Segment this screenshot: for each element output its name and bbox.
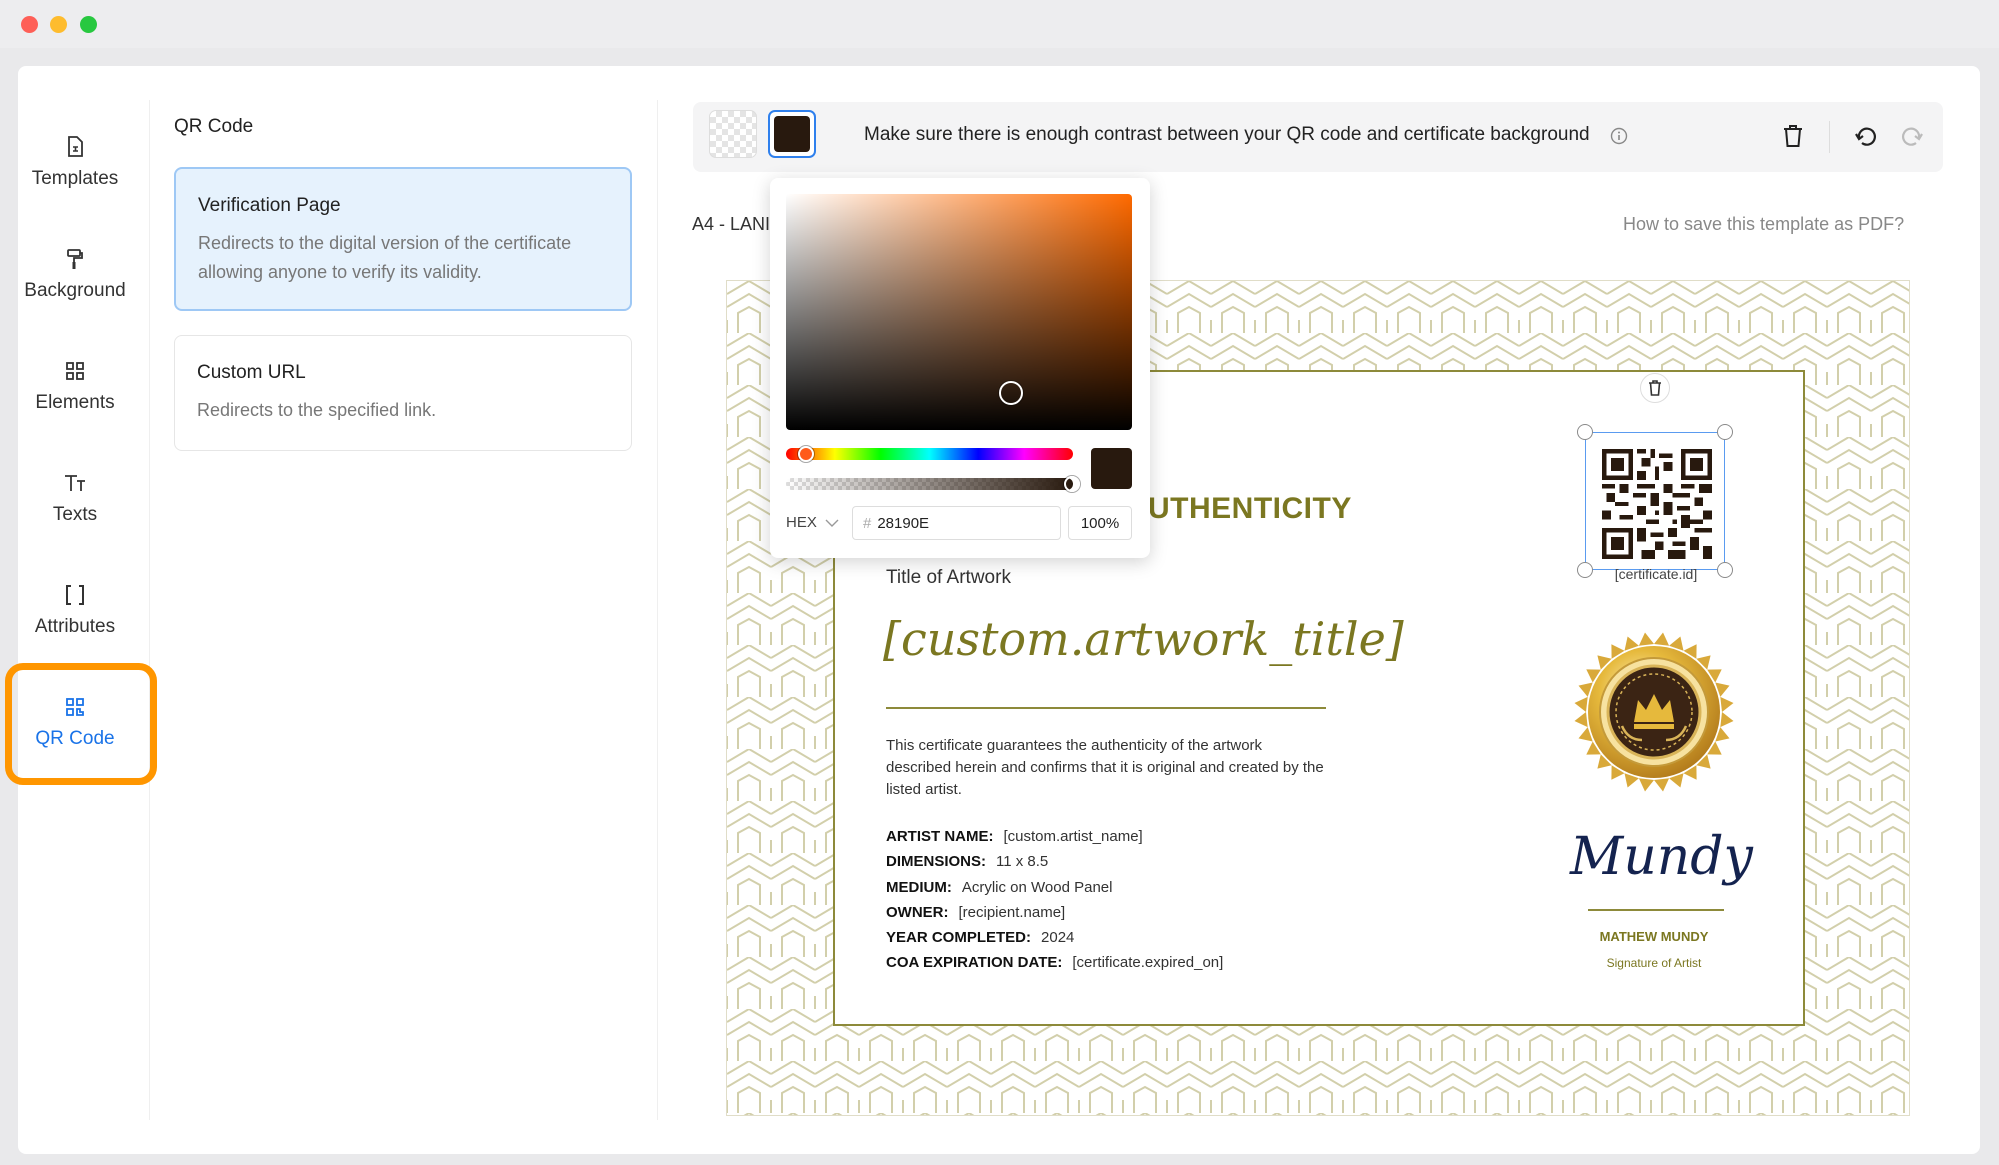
field-row[interactable]: OWNER: [recipient.name] bbox=[886, 904, 1223, 929]
field-row[interactable]: DIMENSIONS: 11 x 8.5 bbox=[886, 853, 1223, 878]
sidebar-item-label: Background bbox=[24, 280, 126, 301]
sidebar-item-attributes[interactable]: Attributes bbox=[8, 563, 142, 659]
qr-color-swatch[interactable] bbox=[768, 110, 816, 158]
chevron-down-icon bbox=[825, 519, 839, 527]
sidebar-item-background[interactable]: Background bbox=[8, 227, 142, 323]
selected-color-fill bbox=[774, 116, 810, 152]
field-value: [recipient.name] bbox=[958, 903, 1066, 921]
sidebar-item-label: Texts bbox=[52, 504, 98, 525]
artwork-title-underline bbox=[886, 707, 1326, 709]
sidebar-item-templates[interactable]: Templates bbox=[8, 115, 142, 211]
qr-code-image[interactable] bbox=[1601, 449, 1713, 559]
sidebar-item-texts[interactable]: Texts bbox=[8, 451, 142, 547]
field-value: 2024 bbox=[1041, 929, 1075, 947]
gold-seal[interactable] bbox=[1572, 630, 1736, 794]
page-size-label: A4 - LANI bbox=[692, 214, 771, 234]
sidebar-item-label: Elements bbox=[35, 392, 115, 413]
seal-spike bbox=[1654, 778, 1670, 792]
info-icon[interactable] bbox=[1610, 127, 1628, 150]
seal-spike bbox=[1638, 632, 1654, 646]
window-titlebar bbox=[0, 0, 1999, 48]
artwork-label[interactable]: Title of Artwork bbox=[886, 567, 1011, 589]
minimize-window-button[interactable] bbox=[50, 16, 67, 33]
pdf-help-link[interactable]: How to save this template as PDF? bbox=[1623, 214, 1904, 235]
field-row[interactable]: COA EXPIRATION DATE: [certificate.expired… bbox=[886, 954, 1223, 979]
active-item-highlight bbox=[5, 663, 157, 785]
qr-delete-button[interactable] bbox=[1640, 373, 1670, 403]
certificate-description[interactable]: This certificate guarantees the authenti… bbox=[886, 735, 1326, 801]
qr-caption[interactable]: [certificate.id] bbox=[1598, 566, 1714, 582]
certificate-heading[interactable]: UTHENTICITY bbox=[1148, 492, 1352, 526]
hue-slider-knob[interactable] bbox=[798, 446, 814, 462]
resize-handle-bottom-right[interactable] bbox=[1717, 562, 1733, 578]
signature-line bbox=[1588, 909, 1724, 911]
seal-spike bbox=[1574, 696, 1588, 712]
resize-handle-top-right[interactable] bbox=[1717, 424, 1733, 440]
option-description: Redirects to the specified link. bbox=[197, 400, 437, 420]
hex-value: 28190E bbox=[877, 515, 930, 532]
redo-icon[interactable] bbox=[1900, 124, 1924, 153]
field-label: ARTIST NAME: bbox=[886, 828, 994, 845]
resize-handle-top-left[interactable] bbox=[1577, 424, 1593, 440]
opacity-input[interactable]: 100% bbox=[1068, 506, 1132, 540]
option-verification-page[interactable]: Verification Page Redirects to the digit… bbox=[174, 167, 632, 311]
resize-handle-bottom-left[interactable] bbox=[1577, 562, 1593, 578]
elements-grid-icon bbox=[64, 360, 86, 382]
sidebar-item-label: Templates bbox=[31, 168, 119, 189]
template-icon bbox=[64, 136, 86, 158]
transparent-color-swatch[interactable] bbox=[709, 110, 757, 158]
field-row[interactable]: MEDIUM: Acrylic on Wood Panel bbox=[886, 879, 1223, 904]
seal-spike bbox=[1574, 712, 1588, 728]
color-preview bbox=[1091, 448, 1132, 489]
option-description: Redirects to the digital version of the … bbox=[198, 233, 572, 282]
artwork-title[interactable]: [custom.artwork_title] bbox=[883, 612, 1404, 666]
sidebar-item-label: Attributes bbox=[34, 616, 116, 637]
field-value: 11 x 8.5 bbox=[996, 853, 1049, 871]
text-icon bbox=[64, 472, 86, 494]
signer-role[interactable]: Signature of Artist bbox=[1560, 956, 1748, 970]
certificate-fields: ARTIST NAME: [custom.artist_name] DIMENSI… bbox=[886, 828, 1223, 980]
option-title: Custom URL bbox=[197, 362, 306, 383]
panel-title: QR Code bbox=[174, 116, 254, 137]
field-label: DIMENSIONS: bbox=[886, 853, 987, 871]
field-value: [certificate.expired_on] bbox=[1072, 954, 1224, 972]
sidebar-item-elements[interactable]: Elements bbox=[8, 339, 142, 435]
undo-icon[interactable] bbox=[1854, 124, 1878, 153]
seal-spike bbox=[1720, 696, 1734, 712]
seal-spike bbox=[1720, 712, 1734, 728]
field-value: Acrylic on Wood Panel bbox=[961, 878, 1113, 896]
option-title: Verification Page bbox=[198, 195, 341, 216]
field-row[interactable]: ARTIST NAME: [custom.artist_name] bbox=[886, 828, 1223, 853]
color-format-label: HEX bbox=[786, 514, 817, 531]
signer-name[interactable]: MATHEW MUNDY bbox=[1560, 929, 1748, 944]
maximize-window-button[interactable] bbox=[80, 16, 97, 33]
contrast-message: Make sure there is enough contrast betwe… bbox=[864, 124, 1590, 145]
field-value: [custom.artist_name] bbox=[1003, 828, 1143, 845]
seal-spike bbox=[1654, 632, 1670, 646]
field-label: COA EXPIRATION DATE: bbox=[886, 954, 1063, 972]
color-format-select[interactable]: HEX bbox=[786, 514, 839, 531]
field-label: MEDIUM: bbox=[886, 878, 952, 896]
brackets-icon bbox=[64, 584, 86, 606]
hue-slider[interactable] bbox=[786, 448, 1073, 460]
saturation-value-area[interactable] bbox=[786, 194, 1132, 430]
saturation-value-handle[interactable] bbox=[999, 381, 1023, 405]
hex-input[interactable]: #28190E bbox=[852, 506, 1061, 540]
option-custom-url[interactable]: Custom URL Redirects to the specified li… bbox=[174, 335, 632, 451]
seal-spike bbox=[1638, 778, 1654, 792]
opacity-slider[interactable] bbox=[786, 478, 1073, 490]
field-row[interactable]: YEAR COMPLETED: 2024 bbox=[886, 929, 1223, 954]
artist-signature[interactable]: Mundy bbox=[1570, 827, 1753, 887]
paint-roller-icon bbox=[64, 248, 86, 270]
toolbar-divider bbox=[1829, 121, 1830, 153]
trash-icon[interactable] bbox=[1782, 124, 1804, 153]
field-label: YEAR COMPLETED: bbox=[886, 929, 1032, 947]
hash-symbol: # bbox=[863, 515, 872, 532]
field-label: OWNER: bbox=[886, 903, 949, 921]
opacity-slider-knob[interactable] bbox=[1064, 476, 1080, 492]
close-window-button[interactable] bbox=[21, 16, 38, 33]
trash-icon bbox=[1649, 380, 1661, 396]
